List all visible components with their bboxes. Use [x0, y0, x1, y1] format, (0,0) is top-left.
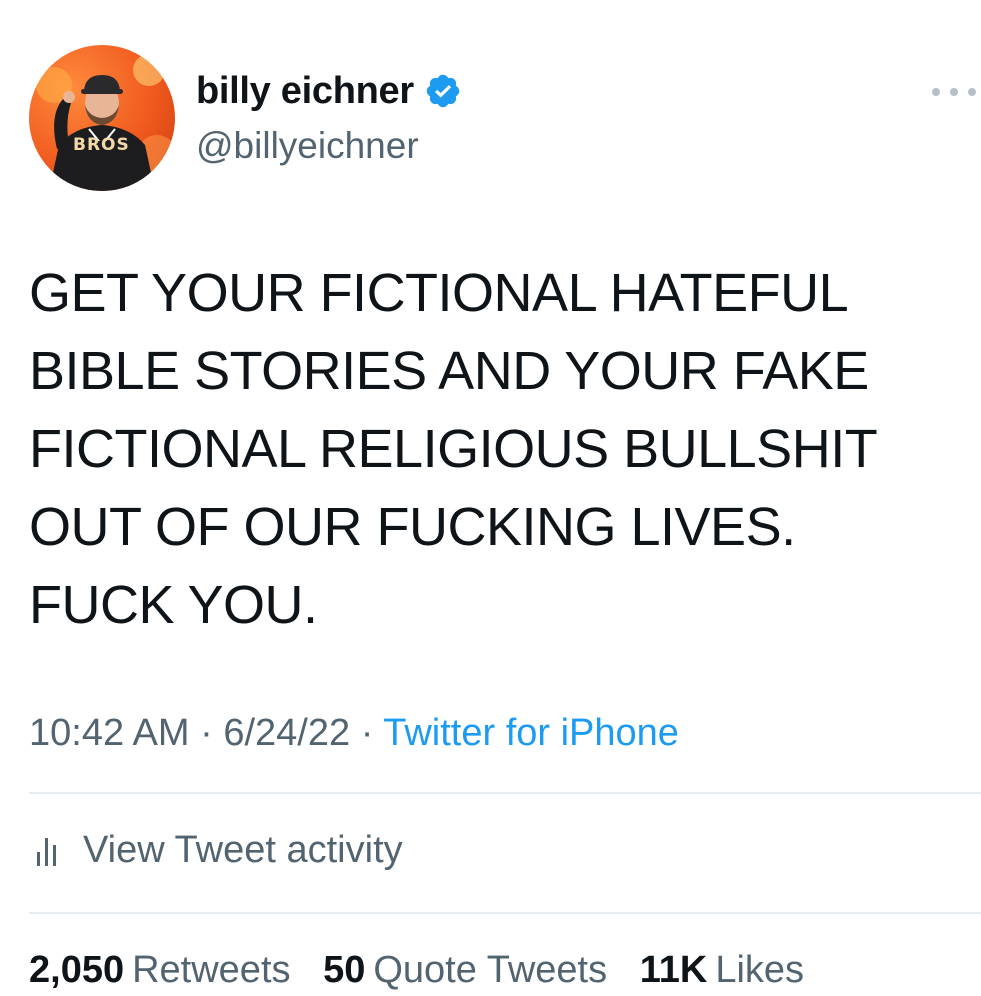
- quote-tweets-count: 50: [323, 949, 366, 991]
- quote-tweets-stat[interactable]: 50 Quote Tweets: [323, 944, 607, 996]
- view-tweet-activity-button[interactable]: View Tweet activity: [29, 822, 403, 878]
- tweet-text: GET YOUR FICTIONAL HATEFUL BIBLE STORIES…: [29, 263, 878, 635]
- retweets-label: Retweets: [132, 949, 291, 991]
- view-tweet-activity-label: View Tweet activity: [83, 829, 403, 871]
- more-dot: [968, 88, 976, 96]
- more-dot: [932, 88, 940, 96]
- divider: [29, 792, 981, 794]
- likes-label: Likes: [715, 949, 805, 991]
- bar-chart-icon: [29, 832, 65, 868]
- tweet-stats: 2,050 Retweets 50 Quote Tweets 11K Likes: [29, 944, 826, 996]
- retweets-stat[interactable]: 2,050 Retweets: [29, 944, 291, 996]
- user-handle[interactable]: @billyeichner: [196, 122, 419, 170]
- tweet-time[interactable]: 10:42 AM: [29, 712, 190, 754]
- likes-stat[interactable]: 11K Likes: [640, 944, 804, 996]
- display-name[interactable]: billy eichner: [196, 66, 414, 116]
- user-name-row[interactable]: billy eichner: [196, 66, 462, 116]
- avatar[interactable]: BROS: [29, 45, 175, 191]
- likes-count: 11K: [639, 949, 708, 991]
- tweet-meta: 10:42 AM · 6/24/22 · Twitter for iPhone: [29, 707, 679, 759]
- meta-separator: ·: [360, 712, 374, 754]
- more-options-icon[interactable]: [932, 82, 976, 102]
- quote-tweets-label: Quote Tweets: [373, 949, 608, 991]
- tweet-detail: BROS billy eichner @billyeichner GET YOU…: [0, 0, 981, 991]
- divider: [29, 912, 981, 914]
- tweet-source-link[interactable]: Twitter for iPhone: [383, 712, 679, 754]
- verified-badge-icon: [424, 72, 462, 110]
- retweets-count: 2,050: [29, 949, 125, 991]
- more-dot: [950, 88, 958, 96]
- tweet-date[interactable]: 6/24/22: [223, 712, 350, 754]
- avatar-jersey-text: BROS: [73, 135, 130, 155]
- meta-separator: ·: [200, 712, 213, 754]
